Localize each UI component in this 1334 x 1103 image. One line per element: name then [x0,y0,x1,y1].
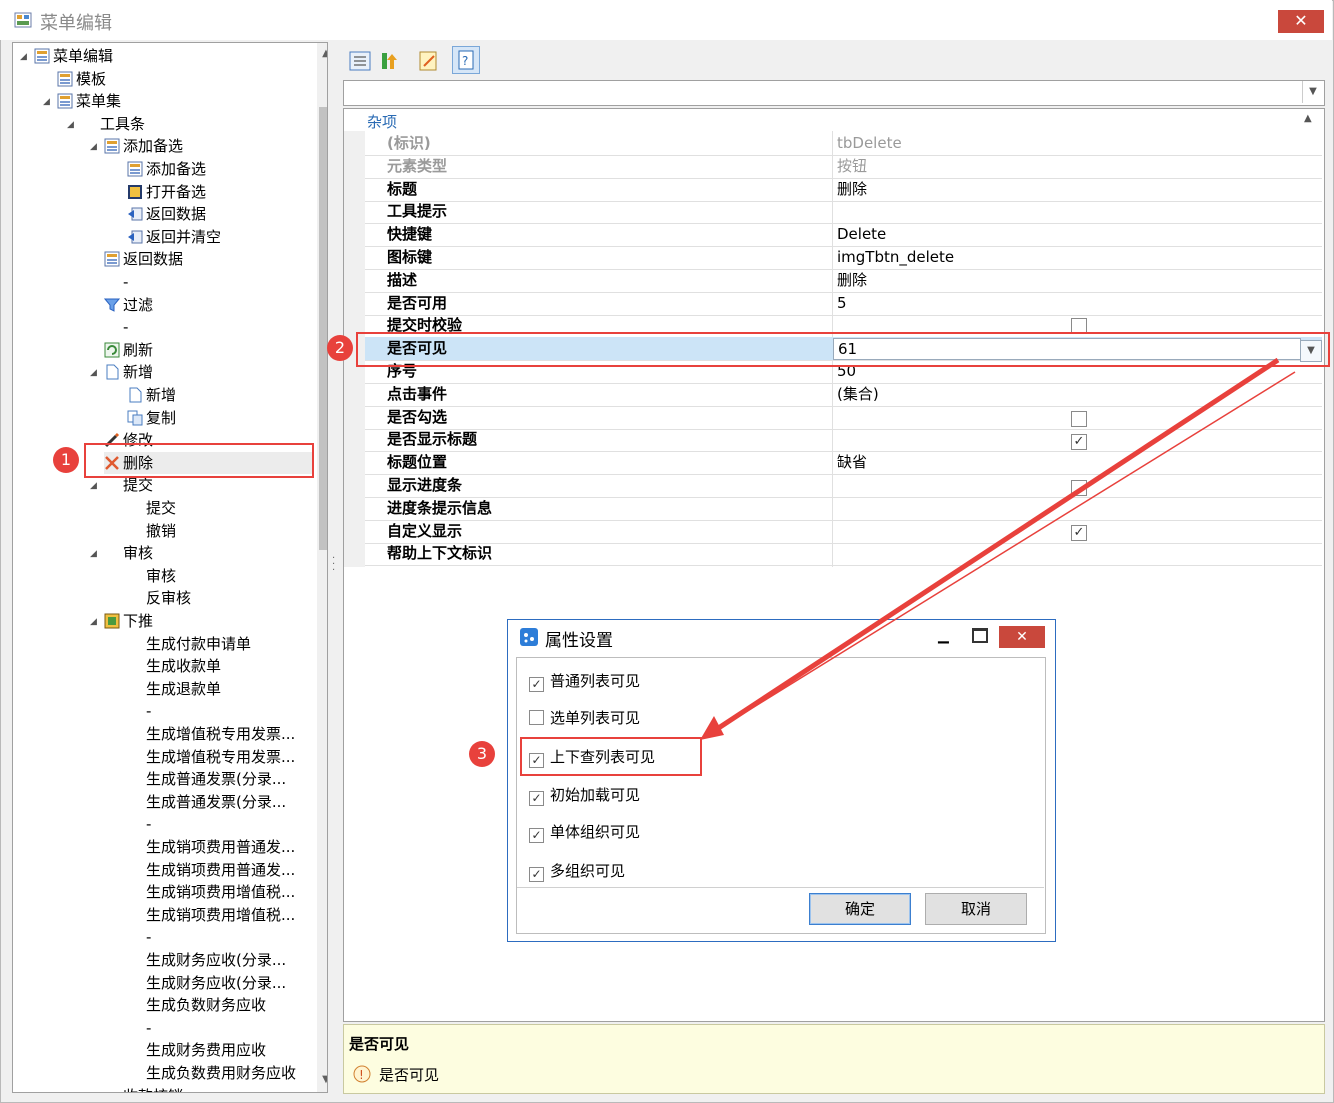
annotation-box-1 [84,443,314,478]
annotation-badge-1: 1 [53,447,79,473]
annotation-box-2 [356,332,1330,367]
annotation-badge-2: 2 [327,335,353,361]
annotation-box-3 [520,737,702,776]
annotation-badge-3: 3 [469,741,495,767]
annotation-arrow [700,357,1296,740]
